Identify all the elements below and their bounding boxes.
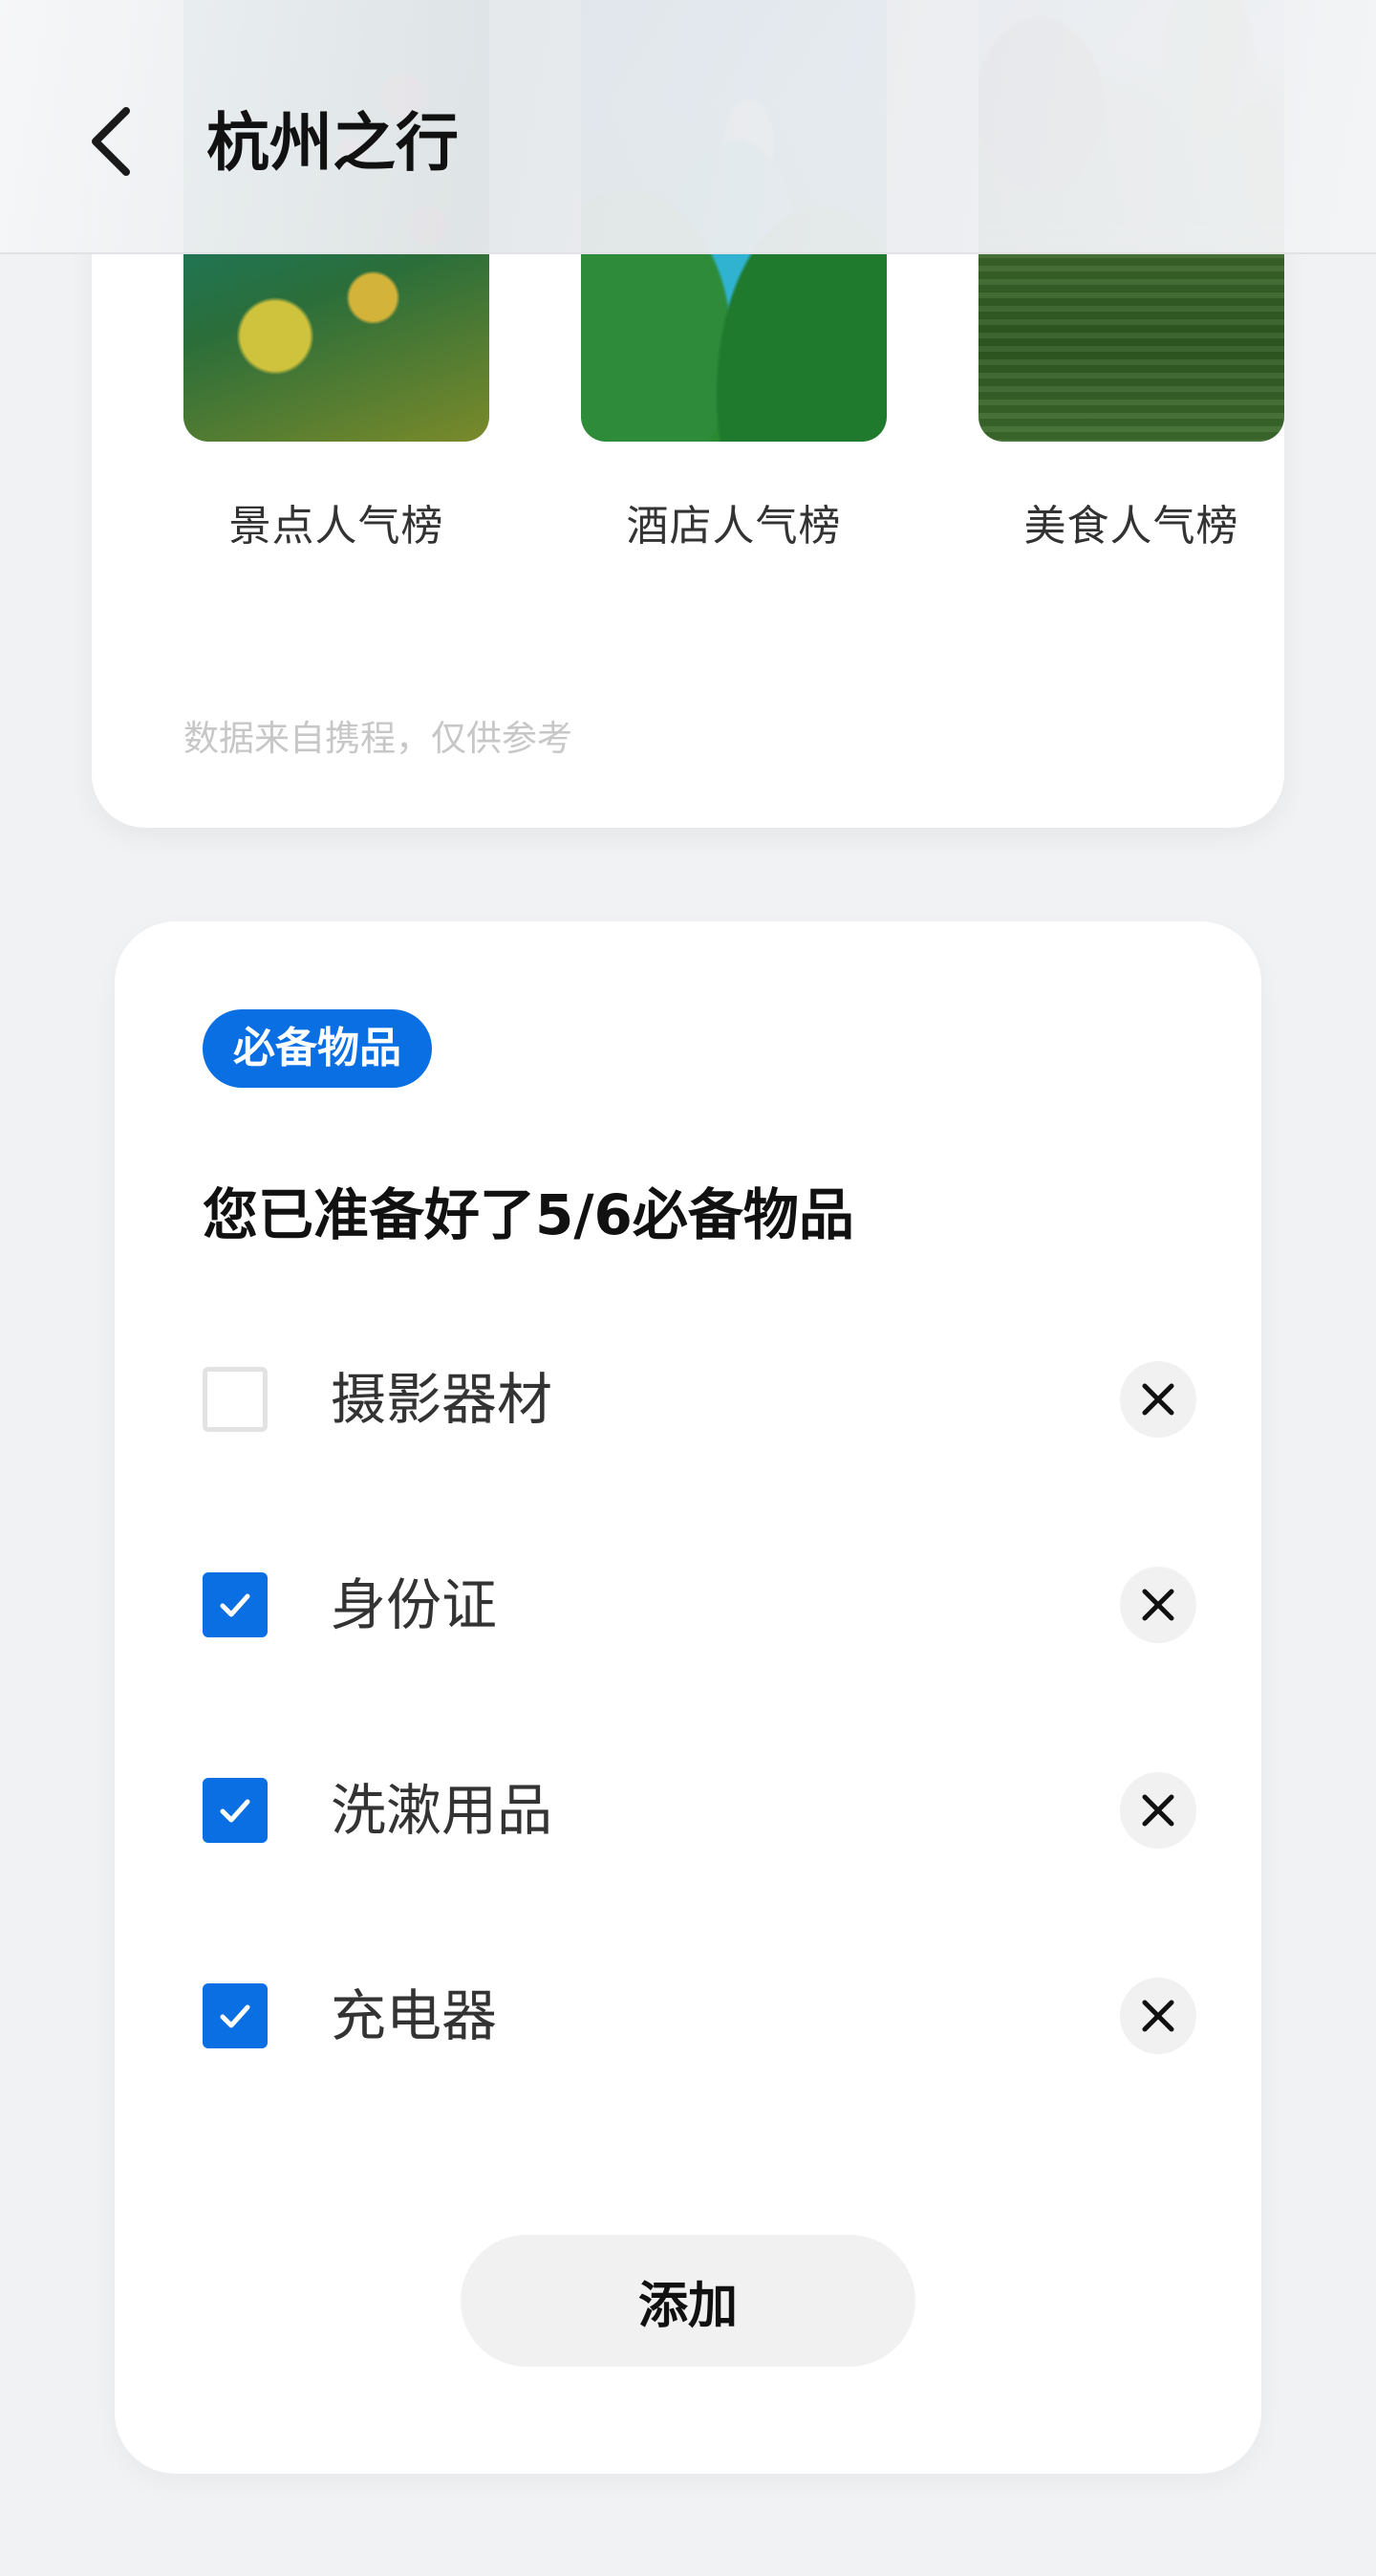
add-item-button[interactable]: 添加 <box>461 2235 915 2367</box>
list-item: 充电器 <box>203 1978 1196 2183</box>
item-checkbox[interactable] <box>203 1778 268 1843</box>
essentials-card: 必备物品 您已准备好了5/6必备物品 摄影器材 身份证 洗漱用品 充电器 添加 <box>115 921 1261 2474</box>
ranking-label: 酒店人气榜 <box>626 502 842 551</box>
checkmark-icon <box>220 1799 250 1823</box>
item-checkbox[interactable] <box>203 1572 268 1637</box>
list-item: 身份证 <box>203 1567 1196 1772</box>
page-title: 杭州之行 <box>206 106 459 180</box>
close-icon <box>1142 1383 1174 1416</box>
close-icon <box>1142 2000 1174 2032</box>
item-label: 充电器 <box>331 1983 498 2048</box>
top-app-bar: 杭州之行 <box>0 0 1376 254</box>
checkmark-icon <box>220 1593 250 1617</box>
checkmark-icon <box>220 2004 250 2028</box>
item-label: 洗漱用品 <box>331 1778 553 1843</box>
list-item: 摄影器材 <box>203 1361 1196 1567</box>
ranking-label: 景点人气榜 <box>228 502 444 551</box>
item-label: 摄影器材 <box>331 1367 553 1432</box>
item-checkbox[interactable] <box>203 1983 268 2048</box>
back-button[interactable] <box>80 103 141 180</box>
item-checkbox[interactable] <box>203 1367 268 1432</box>
remove-item-button[interactable] <box>1120 1772 1196 1849</box>
remove-item-button[interactable] <box>1120 1567 1196 1643</box>
item-label: 身份证 <box>331 1572 498 1637</box>
essentials-summary: 您已准备好了5/6必备物品 <box>203 1182 854 1247</box>
list-item: 洗漱用品 <box>203 1772 1196 1978</box>
chevron-left-icon <box>92 107 130 176</box>
remove-item-button[interactable] <box>1120 1361 1196 1438</box>
close-icon <box>1142 1794 1174 1827</box>
ranking-label: 美食人气榜 <box>1023 502 1239 551</box>
data-source-note: 数据来自携程，仅供参考 <box>183 718 572 759</box>
essentials-badge: 必备物品 <box>203 1009 432 1088</box>
remove-item-button[interactable] <box>1120 1978 1196 2054</box>
close-icon <box>1142 1589 1174 1621</box>
essentials-list: 摄影器材 身份证 洗漱用品 充电器 <box>203 1361 1196 2183</box>
